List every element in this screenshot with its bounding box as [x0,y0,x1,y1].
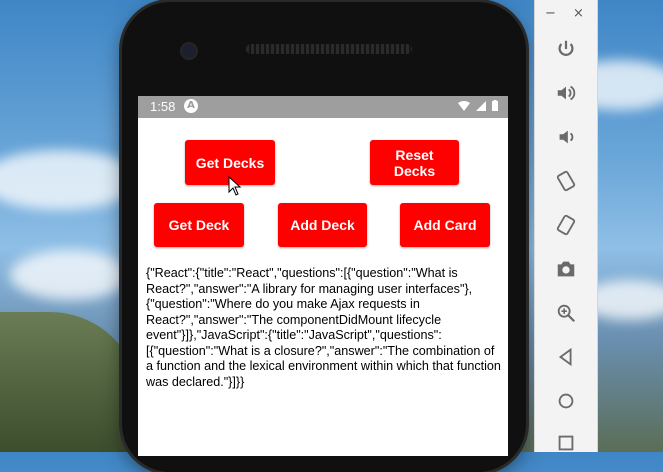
volume-up-icon[interactable] [553,80,579,106]
add-deck-button[interactable]: Add Deck [278,203,367,247]
earpiece-speaker [246,44,412,54]
signal-icon [476,101,487,111]
front-camera [182,44,196,58]
volume-down-icon[interactable] [553,124,579,150]
get-deck-button[interactable]: Get Deck [154,203,244,247]
wifi-icon [458,101,471,111]
battery-icon [492,100,498,111]
add-card-button[interactable]: Add Card [400,203,490,247]
status-bar: 1:58 A [138,96,508,118]
reset-decks-button[interactable]: Reset Decks [370,140,459,185]
back-icon[interactable] [553,344,579,370]
phone-screen: 1:58 A Get Decks Reset Decks Get Deck Ad… [138,96,508,456]
rotate-left-icon[interactable] [553,168,579,194]
power-icon[interactable] [553,36,579,62]
signal-battery-icons [458,100,498,114]
zoom-icon[interactable] [553,300,579,326]
minimize-button[interactable]: − [545,6,556,21]
decks-json-output: {"React":{"title":"React","questions":[{… [146,266,501,389]
camera-icon[interactable] [553,256,579,282]
mouse-cursor-icon [228,176,242,196]
app-notification-icon: A [184,99,198,113]
home-icon[interactable] [553,388,579,414]
close-button[interactable]: × [573,6,584,21]
overview-icon[interactable] [553,430,579,456]
status-time: 1:58 [150,99,176,114]
rotate-right-icon[interactable] [553,212,579,238]
emulator-toolbar: − × [534,0,598,452]
